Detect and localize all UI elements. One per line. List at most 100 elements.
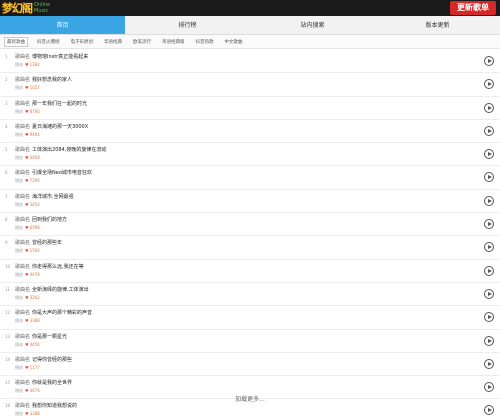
list-item[interactable]: 13 歌曲名 你是那一颗星光 播放 ♥4456 <box>0 330 500 353</box>
song-title-line: 歌曲名 引爆全场Neo城市电音狂欢 <box>15 169 92 176</box>
subtab-english-classic[interactable]: 英语经典版 <box>160 38 187 46</box>
play-count: 4468 <box>29 155 40 161</box>
song-title[interactable]: 海洋城市,全网最强 <box>32 194 74 200</box>
list-item[interactable]: 8 歌曲名 回到我们的地方 播放 ♥6598 <box>0 213 500 237</box>
list-item[interactable]: 9 歌曲名 曾经的那些年 播放 ♥1566 <box>0 236 500 260</box>
play-count-label: 播放 <box>15 155 23 161</box>
play-count-label: 播放 <box>15 201 23 207</box>
play-icon[interactable] <box>484 56 494 66</box>
top-header: 梦幻阁 Online Music 更新歌单 <box>0 0 500 16</box>
play-icon[interactable] <box>484 125 494 136</box>
song-title[interactable]: 引爆全场Neo城市电音狂欢 <box>32 170 92 176</box>
rank-number: 1 <box>5 54 8 59</box>
play-count: 8766 <box>29 108 40 114</box>
play-icon[interactable] <box>484 288 494 299</box>
play-icon[interactable] <box>484 265 494 276</box>
play-icon[interactable] <box>484 195 494 206</box>
update-playlist-button[interactable]: 更新歌单 <box>450 1 496 15</box>
list-item[interactable]: 2 歌曲名 我好想念我的家人 播放 ♥1027 <box>0 73 500 97</box>
play-count-label: 播放 <box>15 85 23 91</box>
song-title[interactable]: 你是那一颗星光 <box>32 334 67 340</box>
heart-icon: ♥ <box>25 155 29 161</box>
song-prefix: 歌曲名 <box>15 286 31 293</box>
subtab-douyin-hot[interactable]: 抖音火爆榜 <box>35 38 62 46</box>
song-meta: 播放 ♥4478 <box>15 272 40 278</box>
song-title-line: 歌曲名 你是那一颗星光 <box>15 333 67 340</box>
play-count: 1566 <box>29 248 40 254</box>
list-item[interactable]: 12 歌曲名 你是大声的那个精彩的声音 播放 ♥3388 <box>0 306 500 330</box>
song-prefix: 歌曲名 <box>15 240 31 247</box>
tab-home[interactable]: 首页 <box>0 16 125 34</box>
song-title-line: 歌曲名 曾经的那些年 <box>15 239 62 246</box>
tab-search[interactable]: 站内搜索 <box>250 16 375 34</box>
subtab-douyin-songs[interactable]: 抖音热歌 <box>194 38 216 46</box>
rank-number: 2 <box>5 77 8 83</box>
list-item[interactable]: 5 歌曲名 工体演出2084,夜晚的旋律在流动 播放 ♥4468 <box>0 143 500 167</box>
song-title[interactable]: 你走得那么远,我还在等 <box>32 264 84 270</box>
list-item[interactable]: 3 歌曲名 那一年我们在一起的时光 播放 ♥8766 <box>0 97 500 120</box>
song-title[interactable]: 博物馆Instr真正能看起来 <box>32 54 88 60</box>
rank-number: 15 <box>5 380 11 386</box>
song-title[interactable]: 夏日海滩的那一天3000X <box>32 124 88 130</box>
play-icon[interactable] <box>484 219 494 230</box>
list-item[interactable]: 4 歌曲名 夏日海滩的那一天3000X 播放 ♥9464 <box>0 120 500 144</box>
song-title[interactable]: 那一年我们在一起的时光 <box>32 101 87 107</box>
list-item[interactable]: 1 歌曲名 博物馆Instr真正能看起来 播放 ♥1284 <box>0 50 500 74</box>
song-title-line: 歌曲名 那一年我们在一起的时光 <box>15 100 87 107</box>
play-icon[interactable] <box>484 335 494 346</box>
song-title-line: 歌曲名 夏日海滩的那一天3000X <box>15 123 88 130</box>
play-count: 3456 <box>29 201 40 207</box>
play-icon[interactable] <box>484 102 494 113</box>
subtab-latest[interactable]: 最新歌曲 <box>4 36 28 47</box>
song-prefix: 歌曲名 <box>15 100 31 107</box>
tab-version[interactable]: 版本更新 <box>375 16 500 34</box>
rank-number: 7 <box>5 193 8 199</box>
list-item[interactable]: 10 歌曲名 你走得那么远,我还在等 播放 ♥4478 <box>0 260 500 283</box>
tab-ranking[interactable]: 排行榜 <box>125 16 250 34</box>
subtab-electronic[interactable]: 电子乐原创 <box>69 38 96 46</box>
play-icon[interactable] <box>484 172 494 183</box>
rank-number: 4 <box>5 123 8 129</box>
song-title[interactable]: 全新演绎的旋律,工体演出 <box>32 287 89 293</box>
heart-icon: ♥ <box>25 411 29 417</box>
song-title[interactable]: 你是大声的那个精彩的声音 <box>32 310 92 316</box>
subtab-chinese-classic[interactable]: 华语经典 <box>102 38 124 46</box>
song-title-line: 歌曲名 我好想念我的家人 <box>15 76 72 83</box>
heart-icon: ♥ <box>25 131 29 137</box>
sub-nav: 最新歌曲 抖音火爆榜 电子乐原创 华语经典 欧美流行 英语经典版 抖音热歌 中文… <box>0 35 500 49</box>
play-icon[interactable] <box>484 79 494 90</box>
song-meta: 播放 ♥4456 <box>15 342 40 348</box>
subtab-chinese-songs[interactable]: 中文歌曲 <box>223 38 245 46</box>
list-item[interactable]: 14 歌曲名 记得你曾经的那些 播放 ♥1177 <box>0 353 500 377</box>
list-item[interactable]: 6 歌曲名 引爆全场Neo城市电音狂欢 播放 ♥7290 <box>0 166 500 190</box>
subtab-western-pop[interactable]: 欧美流行 <box>131 38 153 46</box>
load-more-button[interactable]: 加载更多... <box>0 393 500 407</box>
play-icon[interactable] <box>484 242 494 253</box>
song-title[interactable]: 你就是我的全世界 <box>32 380 72 386</box>
song-title-line: 歌曲名 记得你曾经的那些 <box>15 356 72 363</box>
play-icon[interactable] <box>484 382 494 393</box>
song-title[interactable]: 工体演出2084,夜晚的旋律在流动 <box>32 147 106 153</box>
play-count: 6598 <box>29 225 40 231</box>
play-icon[interactable] <box>484 149 494 160</box>
rank-number: 3 <box>5 100 8 106</box>
main-nav: 首页 排行榜 站内搜索 版本更新 <box>0 16 500 35</box>
play-icon[interactable] <box>484 358 494 369</box>
song-prefix: 歌曲名 <box>15 263 31 270</box>
song-prefix: 歌曲名 <box>15 147 31 154</box>
play-icon[interactable] <box>484 312 494 323</box>
song-title[interactable]: 记得你曾经的那些 <box>32 357 72 363</box>
song-title[interactable]: 曾经的那些年 <box>32 240 62 246</box>
list-item[interactable]: 7 歌曲名 海洋城市,全网最强 播放 ♥3456 <box>0 190 500 214</box>
song-title-line: 歌曲名 工体演出2084,夜晚的旋律在流动 <box>15 146 106 153</box>
app-page: 梦幻阁 Online Music 更新歌单 首页 排行榜 站内搜索 版本更新 最… <box>0 0 500 417</box>
list-item[interactable]: 11 歌曲名 全新演绎的旋律,工体演出 播放 ♥3342 <box>0 283 500 307</box>
play-count-label: 播放 <box>15 318 23 324</box>
song-meta: 播放 ♥1177 <box>15 365 40 371</box>
site-logo[interactable]: 梦幻阁 Online Music <box>2 1 50 15</box>
song-title-line: 歌曲名 回到我们的地方 <box>15 216 67 223</box>
rank-number: 6 <box>5 170 8 176</box>
song-title[interactable]: 回到我们的地方 <box>32 217 67 223</box>
song-title[interactable]: 我好想念我的家人 <box>32 77 72 83</box>
song-meta: 播放 ♥9464 <box>15 132 40 138</box>
